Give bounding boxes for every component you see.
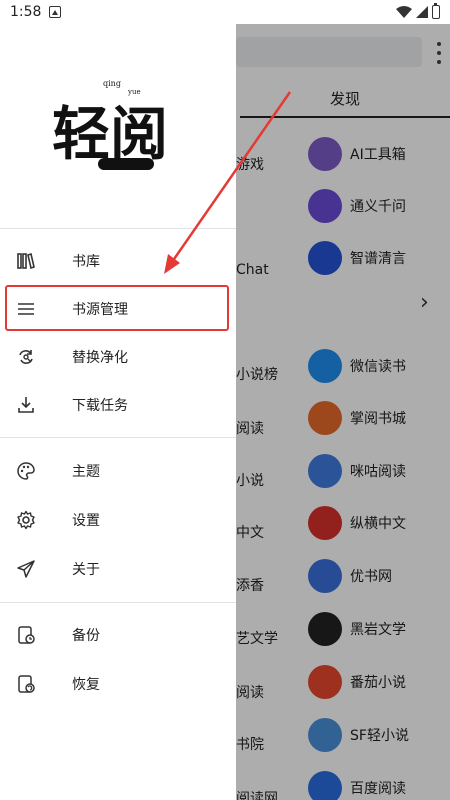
- palette-icon: [16, 461, 36, 481]
- status-bar: 1:58: [0, 0, 450, 24]
- menu-item-replace[interactable]: 替换净化: [0, 333, 236, 381]
- bookshelf-icon: [16, 251, 36, 271]
- menu-item-theme[interactable]: 主题: [0, 447, 236, 495]
- menu-item-label: 下载任务: [72, 398, 128, 414]
- signal-icon: [416, 6, 428, 18]
- backup-icon: [16, 625, 36, 645]
- svg-text:qing: qing: [103, 79, 121, 88]
- send-icon: [16, 559, 36, 579]
- menu-item-label: 关于: [72, 562, 100, 578]
- menu-item-bookshelf[interactable]: 书库: [0, 237, 236, 285]
- menu-item-label: 设置: [72, 513, 100, 529]
- menu-item-label: 备份: [72, 628, 100, 644]
- menu-item-download[interactable]: 下载任务: [0, 381, 236, 429]
- app-logo: qing yue 轻阅: [52, 79, 168, 170]
- status-icons: [396, 3, 440, 19]
- replace-icon: [16, 347, 36, 367]
- menu-item-label: 恢复: [72, 677, 100, 693]
- menu-item-restore[interactable]: 恢复: [0, 660, 236, 708]
- menu-item-label: 主题: [72, 464, 100, 480]
- menu-item-about[interactable]: 关于: [0, 545, 236, 593]
- divider: [0, 602, 236, 603]
- divider: [0, 228, 236, 229]
- battery-icon: [432, 3, 440, 19]
- divider: [0, 437, 236, 438]
- download-icon: [16, 395, 36, 415]
- notification-icon: [49, 6, 62, 18]
- menu-item-backup[interactable]: 备份: [0, 611, 236, 659]
- svg-text:yue: yue: [127, 88, 141, 96]
- restore-icon: [16, 674, 36, 694]
- highlight-box: [5, 285, 229, 331]
- gear-icon: [16, 510, 36, 530]
- svg-text:轻阅: 轻阅: [52, 100, 168, 168]
- menu-item-label: 书库: [72, 254, 100, 270]
- menu-item-label: 替换净化: [72, 350, 128, 366]
- wifi-icon: [396, 6, 412, 18]
- navigation-drawer: qing yue 轻阅 书库 书源管理 替换净化 下载任务 主题 设置 关于 备…: [0, 0, 236, 800]
- menu-item-settings[interactable]: 设置: [0, 496, 236, 544]
- status-time: 1:58: [10, 4, 42, 20]
